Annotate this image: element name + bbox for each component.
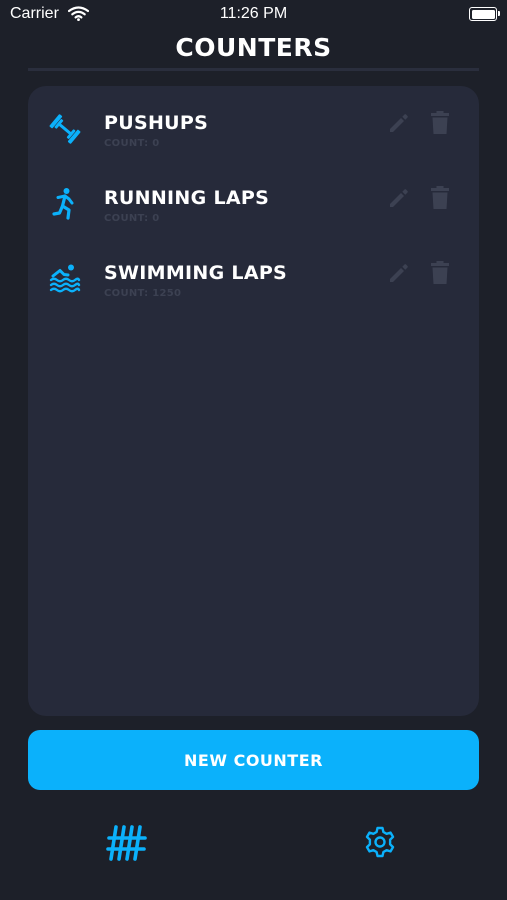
counters-list: PUSHUPS COUNT: 0 RUNNING LAPS COUNT: 0 S… xyxy=(28,86,479,716)
trash-icon[interactable] xyxy=(428,185,452,211)
gear-icon[interactable] xyxy=(363,825,397,859)
counter-count: COUNT: 1250 xyxy=(104,288,181,299)
counter-row-swimming-laps[interactable]: SWIMMING LAPS COUNT: 1250 xyxy=(28,260,479,322)
running-icon xyxy=(52,188,74,220)
edit-icon[interactable] xyxy=(386,185,412,211)
count-value: 0 xyxy=(152,138,160,149)
count-label: COUNT: xyxy=(104,138,149,149)
page-title: COUNTERS xyxy=(175,33,332,62)
edit-icon[interactable] xyxy=(386,260,412,286)
new-counter-button[interactable]: NEW COUNTER xyxy=(28,730,479,790)
tally-icon[interactable] xyxy=(106,823,148,863)
count-label: COUNT: xyxy=(104,288,149,299)
counter-count: COUNT: 0 xyxy=(104,138,159,149)
counter-name: SWIMMING LAPS xyxy=(104,262,288,284)
tab-bar xyxy=(0,815,507,870)
status-bar: Carrier 11:26 PM xyxy=(0,0,507,30)
count-value: 1250 xyxy=(152,288,182,299)
counter-count: COUNT: 0 xyxy=(104,213,159,224)
dumbbell-icon xyxy=(49,114,81,144)
trash-icon[interactable] xyxy=(428,260,452,286)
status-time: 11:26 PM xyxy=(219,5,288,22)
counter-row-pushups[interactable]: PUSHUPS COUNT: 0 xyxy=(28,110,479,172)
edit-icon[interactable] xyxy=(386,110,412,136)
count-value: 0 xyxy=(152,213,160,224)
counter-row-running-laps[interactable]: RUNNING LAPS COUNT: 0 xyxy=(28,185,479,247)
swimming-icon xyxy=(49,264,81,293)
trash-icon[interactable] xyxy=(428,110,452,136)
counter-name: PUSHUPS xyxy=(104,112,209,134)
counter-name: RUNNING LAPS xyxy=(104,187,270,209)
count-label: COUNT: xyxy=(104,213,149,224)
title-divider xyxy=(28,68,479,71)
battery-icon xyxy=(469,7,500,21)
